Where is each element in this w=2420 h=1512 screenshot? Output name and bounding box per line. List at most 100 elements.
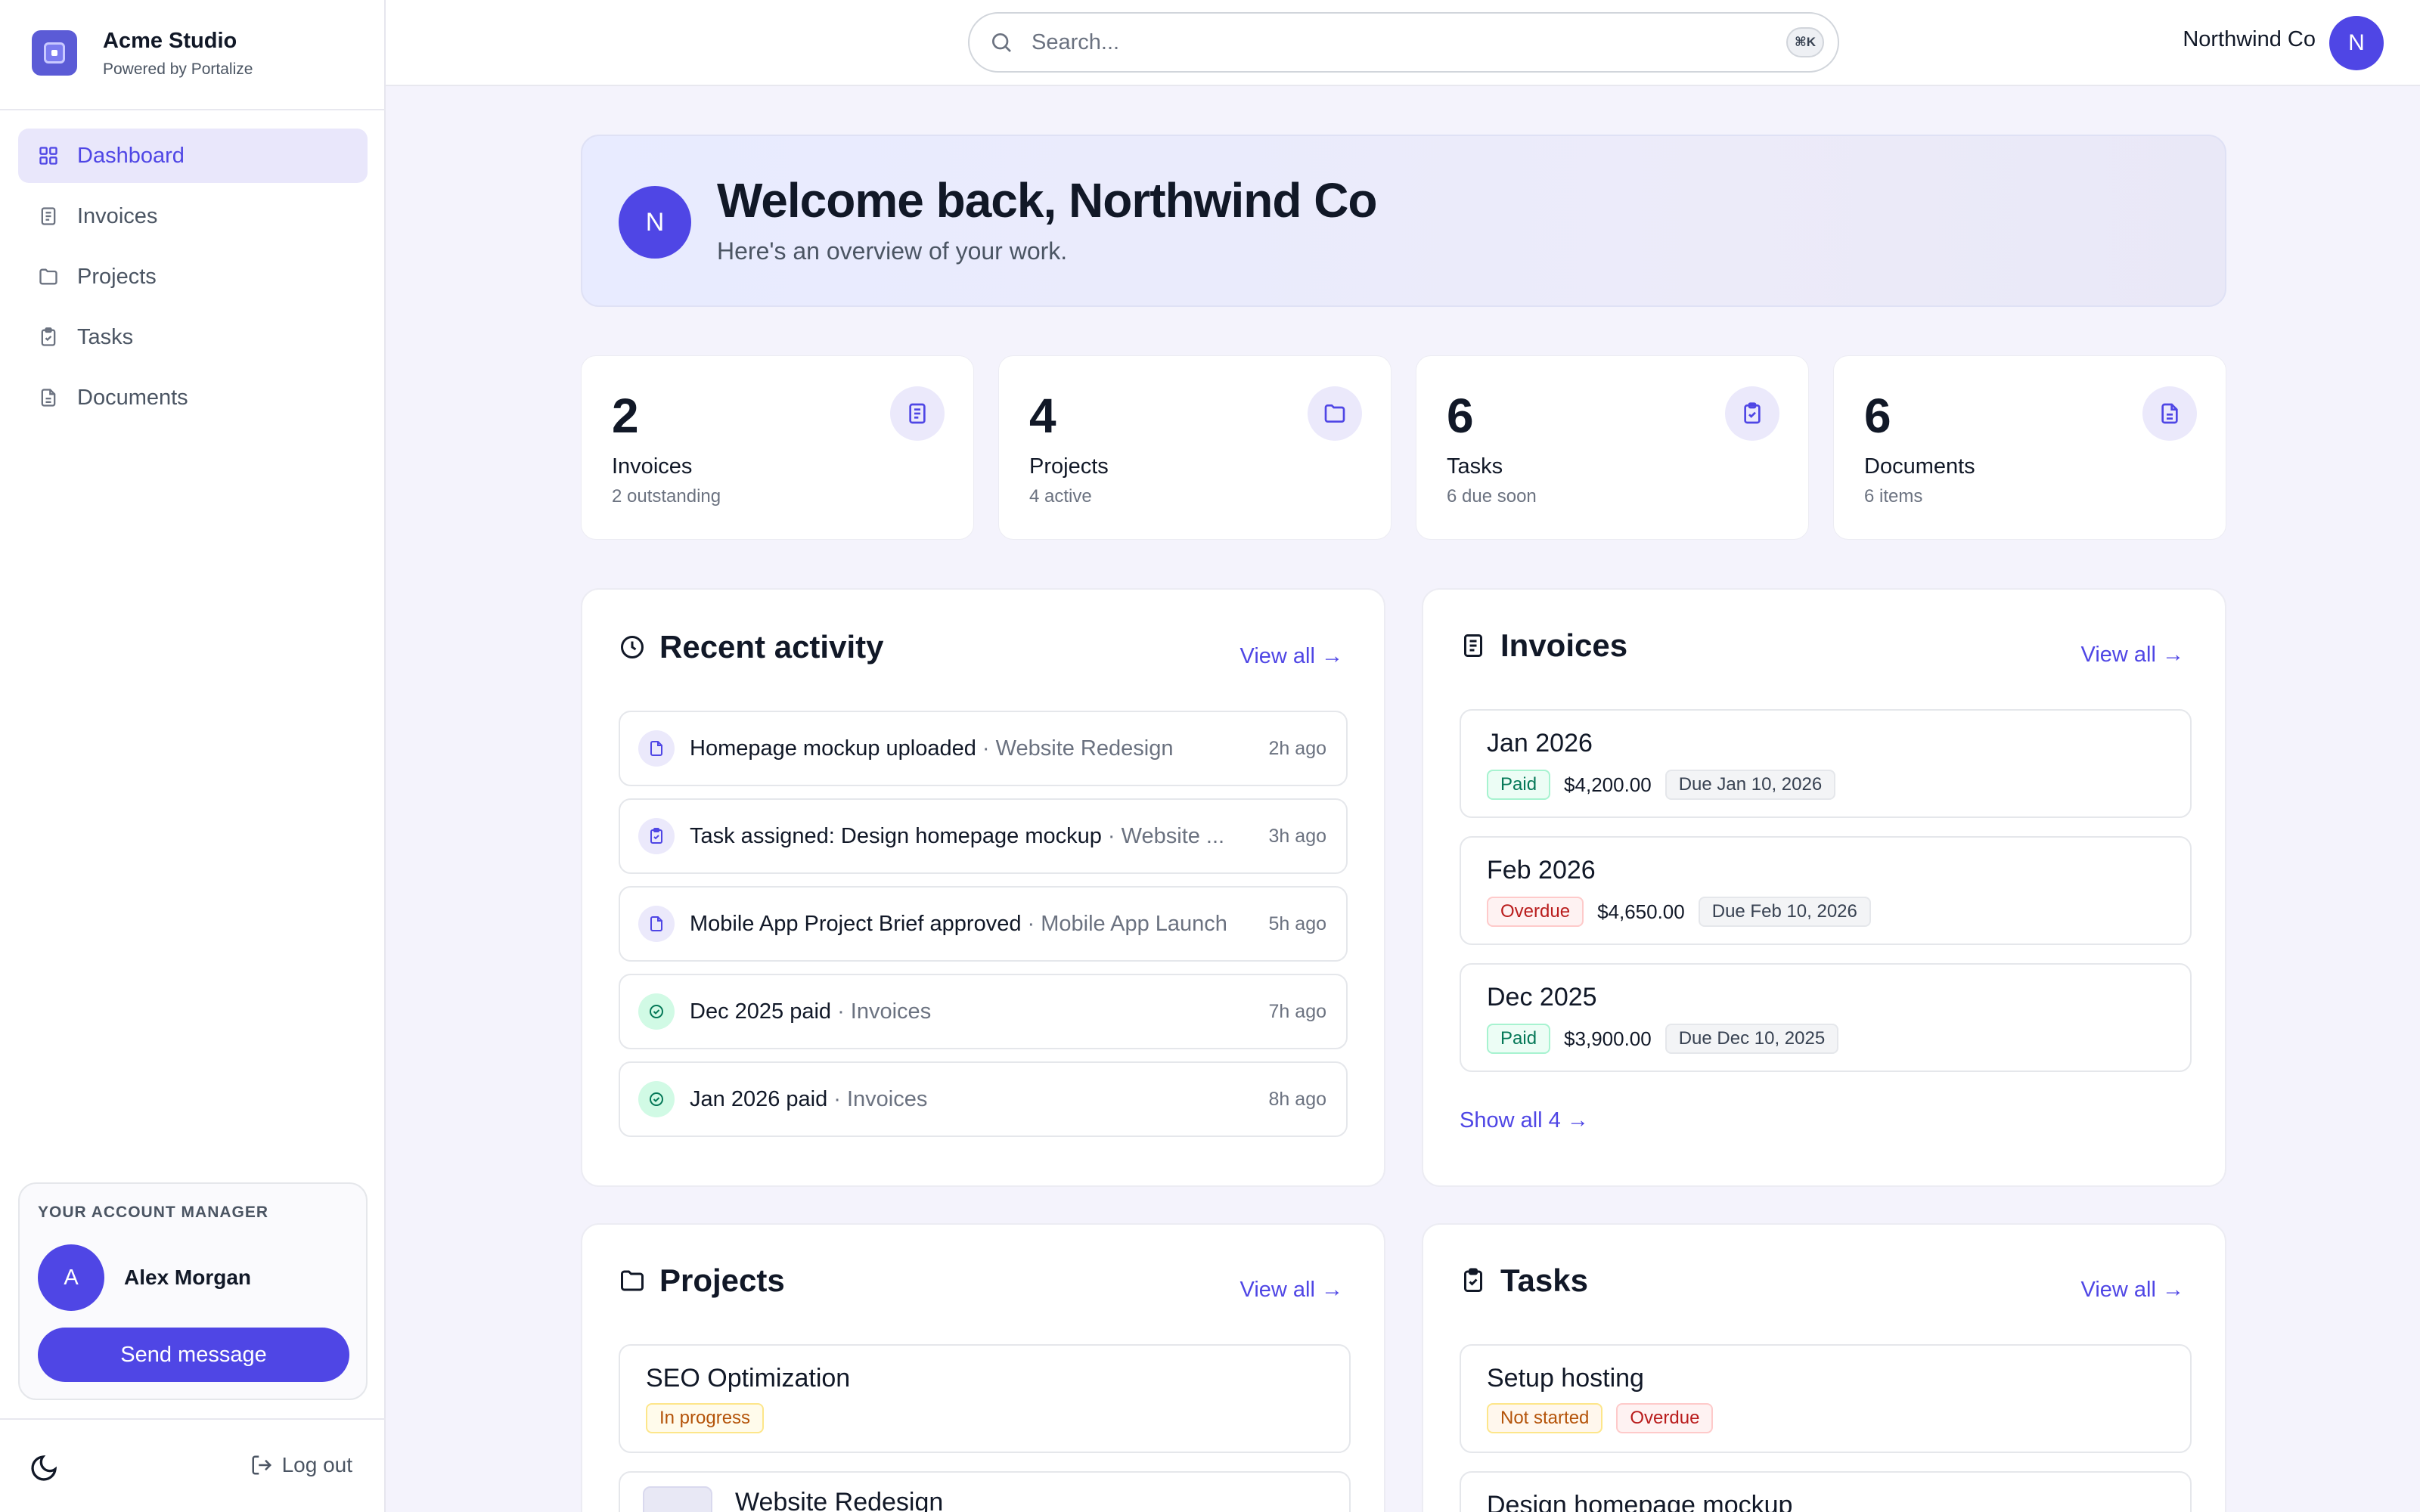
stat-label: Projects — [1029, 454, 1109, 479]
activity-time: 5h ago — [1268, 912, 1326, 934]
user-name[interactable]: Northwind Co — [2183, 27, 2316, 52]
moon-icon[interactable] — [29, 1453, 59, 1483]
folder-icon — [621, 1270, 644, 1291]
invoice-amount: $3,900.00 — [1564, 1027, 1652, 1050]
folder-icon — [39, 268, 57, 285]
invoice-amount: $4,200.00 — [1564, 773, 1652, 796]
activity-text: Jan 2026 paid — [690, 1086, 828, 1111]
task-title: Setup hosting — [1487, 1364, 1644, 1393]
topbar: Search... ⌘K Northwind Co N — [386, 0, 2420, 86]
card-title: Recent activity — [659, 629, 884, 665]
invoice-row[interactable]: Jan 2026 Paid $4,200.00 Due Jan 10, 2026 — [1460, 709, 2192, 818]
activity-context: · Invoices — [827, 1086, 928, 1111]
invoices-card: Invoices View all → Jan 2026 Paid $4,200… — [1422, 588, 2226, 1187]
stat-sub: 6 due soon — [1447, 486, 1537, 507]
card-title: Tasks — [1500, 1263, 1588, 1298]
folder-icon — [1308, 386, 1362, 441]
logout-button[interactable]: Log out — [250, 1453, 352, 1477]
document-icon — [41, 389, 56, 407]
sidebar-item-tasks[interactable]: Tasks — [18, 310, 368, 364]
view-all-link[interactable]: View all → — [2081, 643, 2184, 668]
card-title: Invoices — [1500, 627, 1628, 663]
account-manager-card: YOUR ACCOUNT MANAGER A Alex Morgan Send … — [18, 1182, 368, 1400]
sidebar-item-projects[interactable]: Projects — [18, 249, 368, 304]
stat-card-projects[interactable]: 4 Projects 4 active — [998, 355, 1392, 540]
sidebar-item-label: Projects — [77, 264, 157, 289]
invoice-row[interactable]: Dec 2025 Paid $3,900.00 Due Dec 10, 2025 — [1460, 963, 2192, 1072]
stat-sub: 2 outstanding — [612, 486, 721, 507]
clock-icon — [621, 636, 644, 658]
project-row[interactable]: Website Redesign — [619, 1471, 1351, 1512]
sidebar-item-invoices[interactable]: Invoices — [18, 189, 368, 243]
status-badge: Paid — [1487, 1024, 1551, 1054]
page-title: Welcome back, Northwind Co — [717, 173, 1377, 228]
page-subtitle: Here's an overview of your work. — [717, 237, 1068, 265]
list-item[interactable]: Dec 2025 paid · Invoices 7h ago — [619, 974, 1348, 1049]
stat-value: 6 — [1864, 389, 1891, 443]
activity-text: Homepage mockup uploaded — [690, 736, 976, 761]
search-input[interactable]: Search... ⌘K — [968, 12, 1839, 73]
clipboard-icon — [41, 327, 56, 346]
project-title: Website Redesign — [735, 1488, 944, 1512]
stat-card-invoices[interactable]: 2 Invoices 2 outstanding — [581, 355, 974, 540]
card-header: Projects — [619, 1263, 785, 1299]
status-badge: Not started — [1487, 1403, 1603, 1433]
logout-label: Log out — [281, 1453, 352, 1476]
project-row[interactable]: SEO Optimization In progress — [619, 1344, 1351, 1453]
card-title: Projects — [659, 1263, 785, 1298]
activity-text: Dec 2025 paid — [690, 999, 832, 1024]
stat-sub: 4 active — [1029, 486, 1092, 507]
welcome-banner: N Welcome back, Northwind Co Here's an o… — [581, 135, 2226, 307]
invoice-amount: $4,650.00 — [1597, 900, 1685, 923]
logout-icon — [252, 1455, 271, 1475]
task-row[interactable]: Design homepage mockup — [1460, 1471, 2192, 1512]
account-manager-label: YOUR ACCOUNT MANAGER — [38, 1204, 269, 1221]
due-date-badge: Due Feb 10, 2026 — [1698, 897, 1871, 927]
sidebar-item-label: Dashboard — [77, 143, 185, 168]
list-item[interactable]: Homepage mockup uploaded · Website Redes… — [619, 711, 1348, 786]
avatar[interactable]: N — [2329, 16, 2384, 70]
card-header: Invoices — [1460, 627, 1627, 664]
recent-activity-card: Recent activity View all → Homepage mock… — [581, 588, 1385, 1187]
view-all-link[interactable]: View all → — [1240, 644, 1343, 669]
overdue-badge: Overdue — [1616, 1403, 1714, 1433]
stat-card-tasks[interactable]: 6 Tasks 6 due soon — [1416, 355, 1809, 540]
brand-subtitle: Powered by Portalize — [103, 60, 253, 78]
stat-card-documents[interactable]: 6 Documents 6 items — [1833, 355, 2226, 540]
invoice-title: Dec 2025 — [1487, 983, 1597, 1012]
list-item[interactable]: Mobile App Project Brief approved · Mobi… — [619, 886, 1348, 962]
stat-value: 6 — [1447, 389, 1474, 443]
invoice-title: Jan 2026 — [1487, 729, 1593, 758]
activity-context: · Mobile App Launch — [1021, 911, 1227, 936]
stat-label: Invoices — [612, 454, 693, 479]
invoice-title: Feb 2026 — [1487, 856, 1596, 885]
send-message-button[interactable]: Send message — [38, 1328, 349, 1382]
view-all-link[interactable]: View all → — [2081, 1278, 2184, 1303]
clipboard-icon — [1464, 1268, 1482, 1292]
task-row[interactable]: Setup hosting Not started Overdue — [1460, 1344, 2192, 1453]
invoice-icon — [41, 207, 56, 225]
activity-context: · Website ... — [1101, 823, 1225, 848]
activity-time: 7h ago — [1268, 1000, 1326, 1022]
avatar: N — [619, 186, 691, 259]
brand-logo-icon — [32, 30, 77, 76]
sidebar-item-dashboard[interactable]: Dashboard — [18, 129, 368, 183]
avatar: A — [38, 1244, 104, 1311]
document-icon — [638, 730, 675, 767]
clipboard-icon — [1725, 386, 1779, 441]
task-title: Design homepage mockup — [1487, 1491, 1793, 1512]
sidebar-item-label: Tasks — [77, 324, 134, 349]
show-all-link[interactable]: Show all 4 → — [1460, 1108, 1589, 1133]
list-item[interactable]: Jan 2026 paid · Invoices 8h ago — [619, 1061, 1348, 1137]
stat-label: Tasks — [1447, 454, 1503, 479]
list-item[interactable]: Task assigned: Design homepage mockup · … — [619, 798, 1348, 874]
activity-time: 2h ago — [1268, 737, 1326, 759]
view-all-link[interactable]: View all → — [1240, 1278, 1343, 1303]
card-header: Recent activity — [619, 629, 883, 665]
invoice-row[interactable]: Feb 2026 Overdue $4,650.00 Due Feb 10, 2… — [1460, 836, 2192, 945]
search-placeholder: Search... — [1032, 29, 1120, 54]
tasks-card: Tasks View all → Setup hosting Not start… — [1422, 1223, 2226, 1512]
activity-time: 8h ago — [1268, 1088, 1326, 1110]
status-badge: Paid — [1487, 770, 1551, 800]
sidebar-item-documents[interactable]: Documents — [18, 370, 368, 425]
